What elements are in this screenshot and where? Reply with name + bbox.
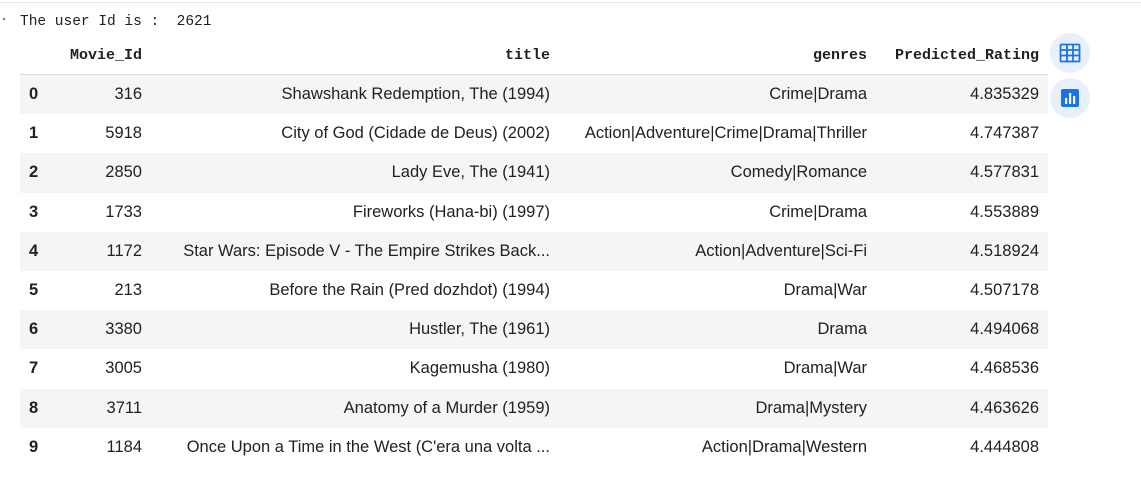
cell-title: City of God (Cidade de Deus) (2002) bbox=[151, 114, 559, 154]
row-index: 3 bbox=[20, 192, 56, 232]
cell-movie-id: 3380 bbox=[56, 310, 151, 350]
table-row: 7 3005 Kagemusha (1980) Drama|War 4.4685… bbox=[20, 349, 1048, 389]
cell-genres: Drama bbox=[559, 310, 876, 350]
cell-movie-id: 2850 bbox=[56, 153, 151, 193]
cell-genres: Action|Drama|Western bbox=[559, 427, 876, 467]
cell-predicted-rating: 4.507178 bbox=[876, 270, 1048, 311]
table-row: 8 3711 Anatomy of a Murder (1959) Drama|… bbox=[20, 388, 1048, 428]
cell-movie-id: 1733 bbox=[56, 192, 151, 232]
column-header-genres: genres bbox=[559, 36, 876, 75]
cell-predicted-rating: 4.747387 bbox=[876, 114, 1048, 154]
row-index: 6 bbox=[20, 310, 56, 350]
cell-title: Fireworks (Hana-bi) (1997) bbox=[151, 192, 559, 232]
cell-predicted-rating: 4.835329 bbox=[876, 74, 1048, 115]
table-row: 4 1172 Star Wars: Episode V - The Empire… bbox=[20, 231, 1048, 271]
cell-title: Shawshank Redemption, The (1994) bbox=[151, 74, 559, 115]
cell-predicted-rating: 4.494068 bbox=[876, 310, 1048, 350]
cell-title: Before the Rain (Pred dozhdot) (1994) bbox=[151, 270, 559, 311]
table-row: 0 316 Shawshank Redemption, The (1994) C… bbox=[20, 74, 1048, 115]
row-index: 4 bbox=[20, 231, 56, 271]
table-row: 1 5918 City of God (Cidade de Deus) (200… bbox=[20, 114, 1048, 154]
cell-movie-id: 213 bbox=[56, 270, 151, 311]
cell-genres: Crime|Drama bbox=[559, 74, 876, 115]
table-body: 0 316 Shawshank Redemption, The (1994) C… bbox=[20, 74, 1048, 467]
cell-predicted-rating: 4.553889 bbox=[876, 192, 1048, 232]
cell-title: Hustler, The (1961) bbox=[151, 310, 559, 350]
cell-genres: Drama|War bbox=[559, 270, 876, 311]
table-row: 2 2850 Lady Eve, The (1941) Comedy|Roman… bbox=[20, 153, 1048, 193]
table-row: 6 3380 Hustler, The (1961) Drama 4.49406… bbox=[20, 310, 1048, 350]
cell-predicted-rating: 4.468536 bbox=[876, 349, 1048, 389]
output-collapse-toggle[interactable]: · bbox=[0, 12, 8, 28]
cell-movie-id: 5918 bbox=[56, 114, 151, 154]
cell-title: Anatomy of a Murder (1959) bbox=[151, 388, 559, 428]
cell-predicted-rating: 4.444808 bbox=[876, 427, 1048, 467]
row-index: 1 bbox=[20, 114, 56, 154]
table-row: 3 1733 Fireworks (Hana-bi) (1997) Crime|… bbox=[20, 192, 1048, 232]
table-icon bbox=[1058, 41, 1082, 65]
cell-predicted-rating: 4.518924 bbox=[876, 231, 1048, 271]
convert-to-interactive-table-button[interactable] bbox=[1050, 33, 1090, 73]
column-header-movie-id: Movie_Id bbox=[56, 36, 151, 75]
cell-movie-id: 1172 bbox=[56, 231, 151, 271]
row-index: 2 bbox=[20, 153, 56, 193]
cell-title: Once Upon a Time in the West (C'era una … bbox=[151, 427, 559, 467]
cell-genres: Drama|Mystery bbox=[559, 388, 876, 428]
cell-genres: Drama|War bbox=[559, 349, 876, 389]
column-header-title: title bbox=[151, 36, 559, 75]
cell-title: Lady Eve, The (1941) bbox=[151, 153, 559, 193]
cell-genres: Crime|Drama bbox=[559, 192, 876, 232]
cell-genres: Action|Adventure|Sci-Fi bbox=[559, 231, 876, 271]
table-header-row: Movie_Id title genres Predicted_Rating bbox=[20, 36, 1048, 75]
row-index: 5 bbox=[20, 270, 56, 311]
table-row: 9 1184 Once Upon a Time in the West (C'e… bbox=[20, 427, 1048, 467]
row-index: 7 bbox=[20, 349, 56, 389]
row-index: 8 bbox=[20, 388, 56, 428]
column-header-predicted-rating: Predicted_Rating bbox=[876, 36, 1048, 75]
suggest-charts-button[interactable] bbox=[1050, 78, 1090, 118]
cell-movie-id: 3711 bbox=[56, 388, 151, 428]
cell-title: Kagemusha (1980) bbox=[151, 349, 559, 389]
row-index: 9 bbox=[20, 427, 56, 467]
row-index: 0 bbox=[20, 74, 56, 115]
table-row: 5 213 Before the Rain (Pred dozhdot) (19… bbox=[20, 270, 1048, 311]
cell-movie-id: 1184 bbox=[56, 427, 151, 467]
dataframe-table: Movie_Id title genres Predicted_Rating 0… bbox=[20, 36, 1048, 467]
stdout-text: The user Id is : 2621 bbox=[20, 14, 212, 30]
cell-divider bbox=[0, 2, 1141, 3]
index-header bbox=[20, 36, 56, 75]
cell-title: Star Wars: Episode V - The Empire Strike… bbox=[151, 231, 559, 271]
cell-predicted-rating: 4.463626 bbox=[876, 388, 1048, 428]
bar-chart-icon bbox=[1058, 86, 1082, 110]
cell-genres: Comedy|Romance bbox=[559, 153, 876, 193]
cell-movie-id: 316 bbox=[56, 74, 151, 115]
cell-movie-id: 3005 bbox=[56, 349, 151, 389]
cell-genres: Action|Adventure|Crime|Drama|Thriller bbox=[559, 114, 876, 154]
cell-predicted-rating: 4.577831 bbox=[876, 153, 1048, 193]
